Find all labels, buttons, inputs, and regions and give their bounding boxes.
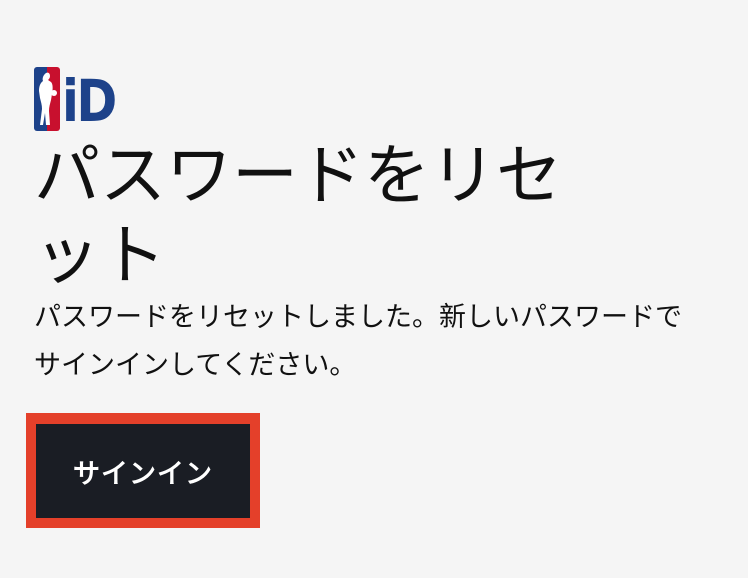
reset-password-page: iD パスワードをリセット パスワードをリセットしました。新しいパスワードでサイ… <box>0 0 748 578</box>
page-title: パスワードをリセット <box>34 137 562 294</box>
nba-logoman-icon <box>34 67 60 131</box>
logo-id-text: iD <box>62 67 117 135</box>
reset-confirmation-message: パスワードをリセットしました。新しいパスワードでサインインしてください。 <box>34 302 682 381</box>
signin-button[interactable]: サインイン <box>36 424 250 518</box>
nba-id-logo: iD <box>34 67 124 131</box>
